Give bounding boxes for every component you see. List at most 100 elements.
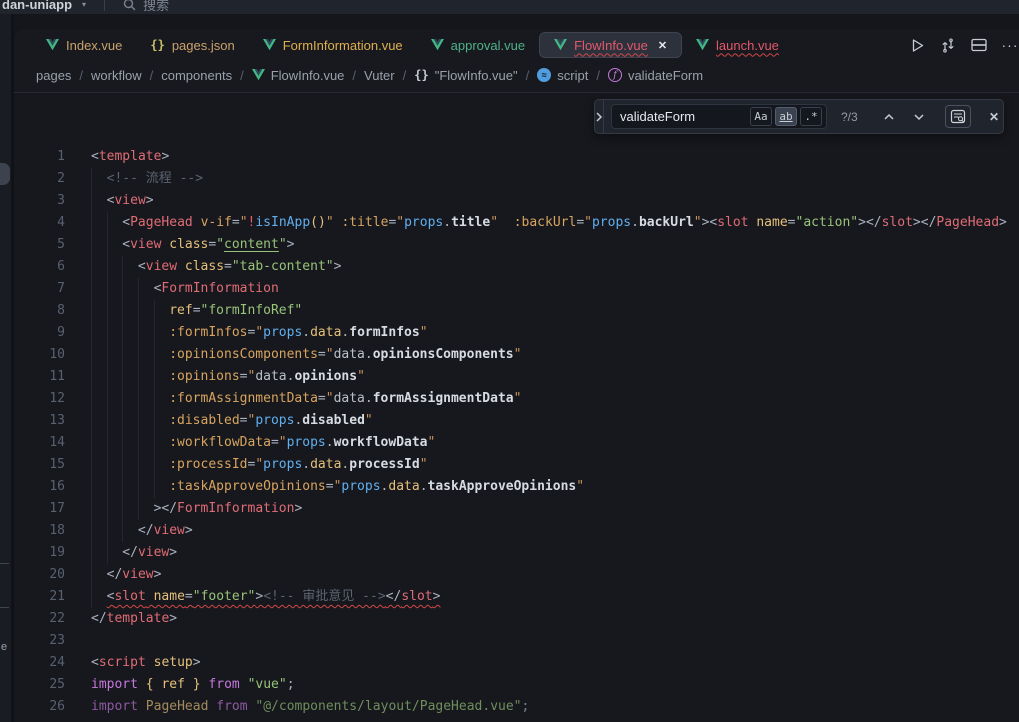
line-number: 2: [14, 168, 65, 190]
tab-launch-vue[interactable]: launch.vue: [682, 32, 793, 58]
code-line-content: <slot name="footer"><!-- 审批意见 --></slot>: [91, 586, 440, 608]
breadcrumb: pages/workflow/components/FlowInfo.vue/V…: [14, 60, 1019, 90]
split-editor-icon[interactable]: [970, 36, 988, 54]
indent-guide: [122, 366, 138, 388]
code-line[interactable]: 25import { ref } from "vue";: [14, 674, 1019, 696]
code-line[interactable]: 14:workflowData="props.workflowData": [14, 432, 1019, 454]
code-line[interactable]: 13:disabled="props.disabled": [14, 410, 1019, 432]
code-line[interactable]: 15:processId="props.data.processId": [14, 454, 1019, 476]
project-dropdown-caret-icon[interactable]: ▾: [82, 0, 86, 9]
code-line[interactable]: 16:taskApproveOpinions="props.data.taskA…: [14, 476, 1019, 498]
func-icon: f: [608, 68, 622, 82]
titlebar-divider: [104, 0, 105, 11]
code-line[interactable]: 5<view class="content">: [14, 234, 1019, 256]
code-token: ></: [858, 215, 881, 230]
code-line[interactable]: 26import PageHead from "@/components/lay…: [14, 696, 1019, 718]
tab-flowinfo-vue[interactable]: FlowInfo.vue✕: [539, 32, 682, 58]
chevron-up-icon: [883, 113, 895, 121]
breadcrumb-label: pages: [36, 68, 71, 83]
code-token: ": [216, 237, 224, 252]
indent-guide: [107, 366, 123, 388]
code-token: }: [193, 677, 201, 692]
code-line[interactable]: 3<view>: [14, 190, 1019, 212]
code-token: >: [154, 567, 162, 582]
close-tab-icon[interactable]: ✕: [658, 39, 667, 52]
indent-guide: [91, 410, 107, 432]
indent-guide: [107, 410, 123, 432]
indent-guide: [122, 344, 138, 366]
breadcrumb-item--flowinfo-vue-[interactable]: {}"FlowInfo.vue": [414, 68, 517, 83]
regex-toggle[interactable]: .*: [800, 107, 822, 126]
close-find-button[interactable]: ✕: [983, 107, 1005, 127]
code-line[interactable]: 22</template>: [14, 608, 1019, 630]
code-line[interactable]: 4<PageHead v-if="!isInApp()" :title="pro…: [14, 212, 1019, 234]
code-line-content: </view>: [91, 520, 193, 542]
breadcrumb-item-flowinfo-vue[interactable]: FlowInfo.vue: [252, 68, 345, 83]
indent-guide: [138, 278, 154, 300]
find-input[interactable]: [620, 109, 747, 124]
tab-approval-vue[interactable]: approval.vue: [417, 32, 539, 58]
breadcrumb-item-script[interactable]: ≈script: [537, 68, 588, 83]
sidebar-selected-item[interactable]: [0, 163, 10, 185]
code-line-content: :formAssignmentData="data.formAssignment…: [91, 388, 521, 410]
code-line[interactable]: 23: [14, 630, 1019, 652]
code-token: script: [99, 655, 146, 670]
match-case-toggle[interactable]: Aa: [750, 107, 772, 126]
code-line[interactable]: 2<!-- 流程 -->: [14, 168, 1019, 190]
braces-icon: {}: [414, 68, 428, 82]
previous-match-button[interactable]: [879, 107, 899, 127]
more-actions-icon[interactable]: ···: [1001, 36, 1019, 54]
breadcrumb-item-components[interactable]: components: [161, 68, 232, 83]
code-token: ": [326, 215, 334, 230]
code-token: from: [216, 699, 247, 714]
code-line[interactable]: 18</view>: [14, 520, 1019, 542]
code-line[interactable]: 9:formInfos="props.data.formInfos": [14, 322, 1019, 344]
breadcrumb-item-validateform[interactable]: fvalidateForm: [608, 68, 703, 83]
code-line[interactable]: 12:formAssignmentData="data.formAssignme…: [14, 388, 1019, 410]
code-line[interactable]: 17></FormInformation>: [14, 498, 1019, 520]
find-in-selection-button[interactable]: [945, 105, 971, 128]
breadcrumb-item-workflow[interactable]: workflow: [91, 68, 142, 83]
sync-icon[interactable]: [939, 36, 957, 54]
tab-pages-json[interactable]: {}pages.json: [136, 32, 248, 58]
search-icon: [123, 0, 136, 11]
editor-pane[interactable]: Aaab.* ?/3 ✕ 1<template>2<!-- 流程 -->3<vi…: [14, 92, 1019, 722]
tab-index-vue[interactable]: Index.vue: [32, 32, 136, 58]
code-line[interactable]: 10:opinionsComponents="data.opinionsComp…: [14, 344, 1019, 366]
code-area[interactable]: 1<template>2<!-- 流程 -->3<view>4<PageHead…: [14, 93, 1019, 718]
indent-guide: [138, 432, 154, 454]
code-line[interactable]: 7<FormInformation: [14, 278, 1019, 300]
code-line[interactable]: 24<script setup>: [14, 652, 1019, 674]
breadcrumb-item-pages[interactable]: pages: [36, 68, 71, 83]
indent-guide: [138, 498, 154, 520]
breadcrumb-item-vuter[interactable]: Vuter: [364, 68, 395, 83]
code-line[interactable]: 20</view>: [14, 564, 1019, 586]
breadcrumb-label: components: [161, 68, 232, 83]
code-line[interactable]: 8ref="formInfoRef": [14, 300, 1019, 322]
code-token: .: [326, 435, 334, 450]
toggle-replace-button[interactable]: [595, 100, 604, 133]
code-line[interactable]: 6<view class="tab-content">: [14, 256, 1019, 278]
code-token: >: [146, 193, 154, 208]
code-line-content: :processId="props.data.processId": [91, 454, 428, 476]
code-token: ": [514, 347, 522, 362]
code-line[interactable]: 19</view>: [14, 542, 1019, 564]
code-line[interactable]: 11:opinions="data.opinions": [14, 366, 1019, 388]
indent-guide: [107, 476, 123, 498]
indent-guide: [122, 256, 138, 278]
code-line-content: :disabled="props.disabled": [91, 410, 373, 432]
code-line-content: </template>: [91, 608, 177, 630]
global-search[interactable]: 搜索: [123, 0, 169, 14]
code-line[interactable]: 21<slot name="footer"><!-- 审批意见 --></slo…: [14, 586, 1019, 608]
code-token: </: [386, 589, 402, 604]
code-token: import: [91, 699, 138, 714]
indent-guide: [122, 520, 138, 542]
run-icon[interactable]: [908, 36, 926, 54]
project-name[interactable]: dan-uniapp: [2, 0, 72, 12]
next-match-button[interactable]: [909, 107, 929, 127]
whole-word-toggle[interactable]: ab: [775, 107, 797, 126]
code-line[interactable]: 1<template>: [14, 146, 1019, 168]
tab-forminformation-vue[interactable]: FormInformation.vue: [249, 32, 417, 58]
line-number: 25: [14, 674, 65, 696]
code-token: view: [122, 567, 153, 582]
